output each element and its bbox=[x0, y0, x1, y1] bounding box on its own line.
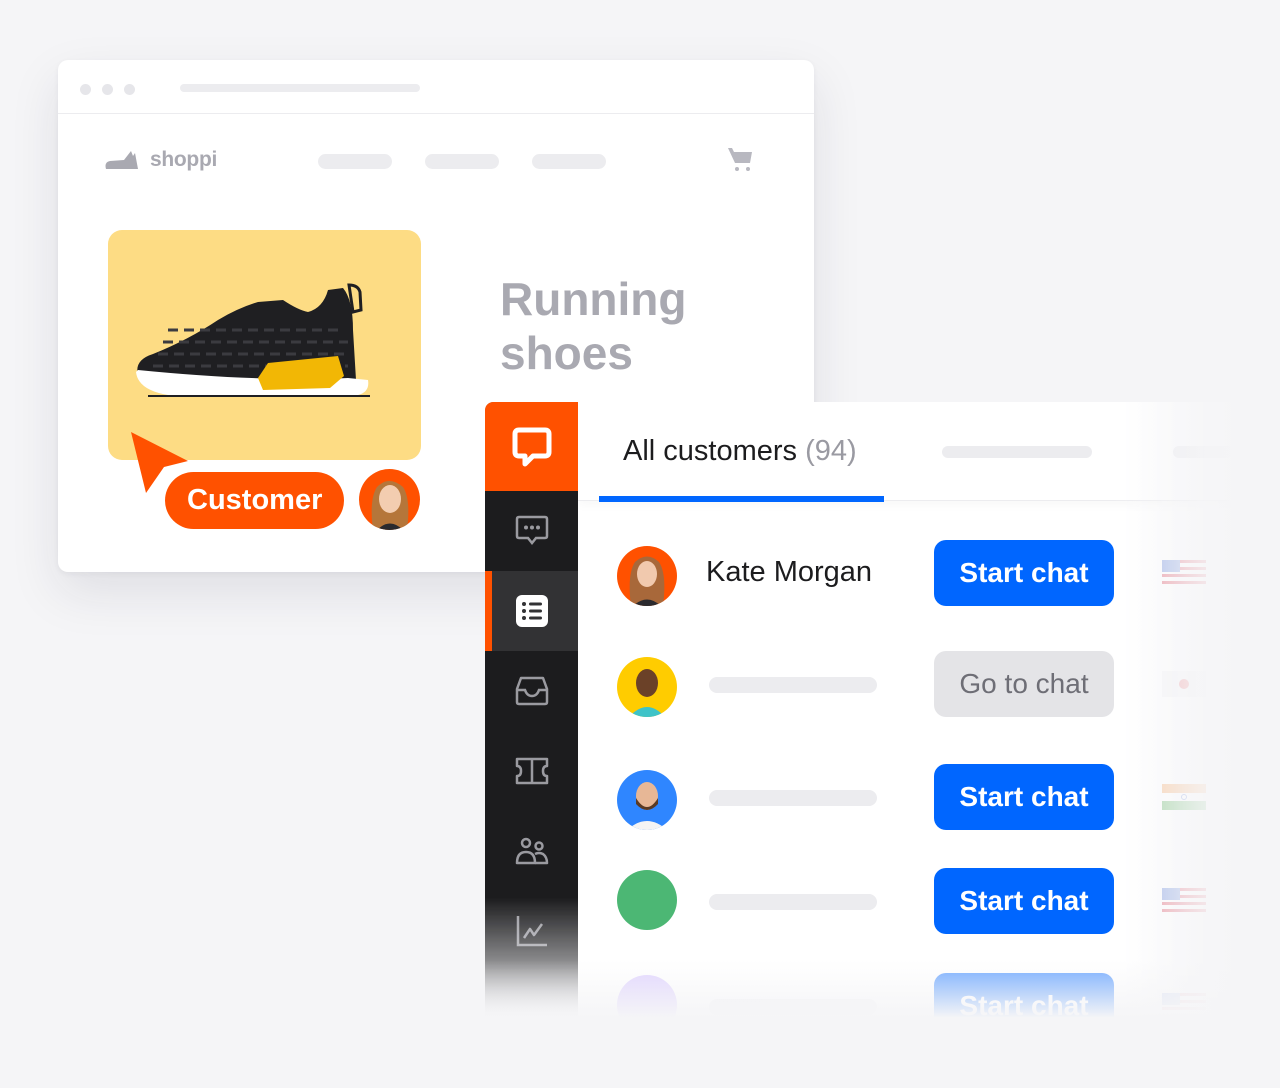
nav-link-placeholder[interactable] bbox=[425, 154, 499, 169]
window-dot-close[interactable] bbox=[80, 84, 91, 95]
go-to-chat-button[interactable]: Go to chat bbox=[934, 651, 1114, 717]
nav-link-placeholder[interactable] bbox=[318, 154, 392, 169]
store-logo[interactable]: shoppi bbox=[104, 148, 217, 172]
chats-icon bbox=[515, 515, 548, 546]
active-tab-indicator bbox=[599, 496, 884, 502]
tab-bar: All customers (94) bbox=[578, 402, 1280, 502]
product-title-line: Running bbox=[500, 273, 687, 325]
window-dot-maximize[interactable] bbox=[124, 84, 135, 95]
india-flag-icon bbox=[1162, 784, 1206, 810]
sidebar-item-tickets[interactable] bbox=[485, 731, 578, 811]
customers-main: All customers (94) Kate Morgan Start cha… bbox=[578, 402, 1280, 1039]
customer-app-panel: All customers (94) Kate Morgan Start cha… bbox=[485, 402, 1280, 1088]
nav-link-placeholder[interactable] bbox=[532, 154, 606, 169]
woman-portrait-icon bbox=[371, 481, 409, 530]
customer-avatar[interactable] bbox=[359, 469, 420, 530]
avatar-man-icon bbox=[617, 657, 677, 717]
product-image-card[interactable] bbox=[108, 230, 421, 460]
customer-avatar bbox=[617, 546, 677, 606]
japan-flag-icon bbox=[1162, 671, 1206, 697]
customer-row[interactable]: Start chat bbox=[578, 956, 1280, 1056]
customer-row[interactable]: Start chat bbox=[578, 851, 1280, 951]
customer-row[interactable]: Start chat bbox=[578, 747, 1280, 847]
avatar-woman-icon bbox=[617, 546, 677, 606]
customer-row[interactable]: Go to chat bbox=[578, 634, 1280, 734]
sidebar-item-team[interactable] bbox=[485, 811, 578, 891]
sidebar-item-customers[interactable] bbox=[485, 571, 578, 651]
customer-avatar bbox=[617, 975, 677, 1035]
customer-name-placeholder bbox=[709, 999, 877, 1015]
start-chat-button[interactable]: Start chat bbox=[934, 764, 1114, 830]
us-flag-icon bbox=[1162, 560, 1206, 586]
start-chat-button[interactable]: Start chat bbox=[934, 973, 1114, 1039]
store-logo-text: shoppi bbox=[150, 148, 218, 171]
customer-name[interactable]: Kate Morgan bbox=[706, 556, 872, 589]
window-dot-minimize[interactable] bbox=[102, 84, 113, 95]
inbox-icon bbox=[515, 676, 548, 706]
address-bar[interactable] bbox=[180, 84, 420, 92]
shopping-cart-icon[interactable] bbox=[726, 146, 756, 174]
shoe-logo-icon bbox=[105, 151, 138, 169]
chat-bubble-logo-icon bbox=[512, 427, 551, 466]
tab-label-text: All customers bbox=[623, 435, 798, 467]
us-flag-icon bbox=[1162, 888, 1206, 914]
app-sidebar bbox=[485, 402, 578, 1022]
tab-placeholder[interactable] bbox=[1173, 446, 1233, 458]
sneaker-image bbox=[136, 283, 370, 397]
product-title-line: shoes bbox=[500, 327, 633, 379]
tab-label: All customers (94) bbox=[623, 435, 857, 468]
start-chat-button[interactable]: Start chat bbox=[934, 540, 1114, 606]
us-flag-icon bbox=[1162, 993, 1206, 1019]
customer-name-placeholder bbox=[709, 677, 877, 693]
store-header: shoppi bbox=[58, 114, 814, 204]
customer-label-tag: Customer bbox=[165, 472, 345, 529]
team-icon bbox=[515, 837, 548, 865]
start-chat-button[interactable]: Start chat bbox=[934, 868, 1114, 934]
customers-list-icon bbox=[515, 595, 548, 627]
customer-avatar bbox=[617, 770, 677, 830]
customer-avatar bbox=[617, 657, 677, 717]
customer-avatar bbox=[617, 870, 677, 930]
product-title: Running shoes bbox=[500, 272, 687, 380]
customer-name-placeholder bbox=[709, 790, 877, 806]
avatar-bearded-man-icon bbox=[617, 770, 677, 830]
sidebar-item-reports[interactable] bbox=[485, 891, 578, 971]
reports-icon bbox=[516, 916, 547, 947]
browser-title-bar bbox=[58, 60, 814, 114]
app-logo[interactable] bbox=[485, 402, 578, 491]
tab-all-customers[interactable]: All customers (94) bbox=[599, 402, 884, 502]
tab-count: (94) bbox=[805, 435, 857, 467]
sidebar-item-inbox[interactable] bbox=[485, 651, 578, 731]
customer-row[interactable]: Kate Morgan Start chat bbox=[578, 523, 1280, 623]
tab-placeholder[interactable] bbox=[942, 446, 1092, 458]
ticket-icon bbox=[515, 757, 548, 785]
customer-name-placeholder bbox=[709, 894, 877, 910]
sidebar-item-chats[interactable] bbox=[485, 491, 578, 571]
